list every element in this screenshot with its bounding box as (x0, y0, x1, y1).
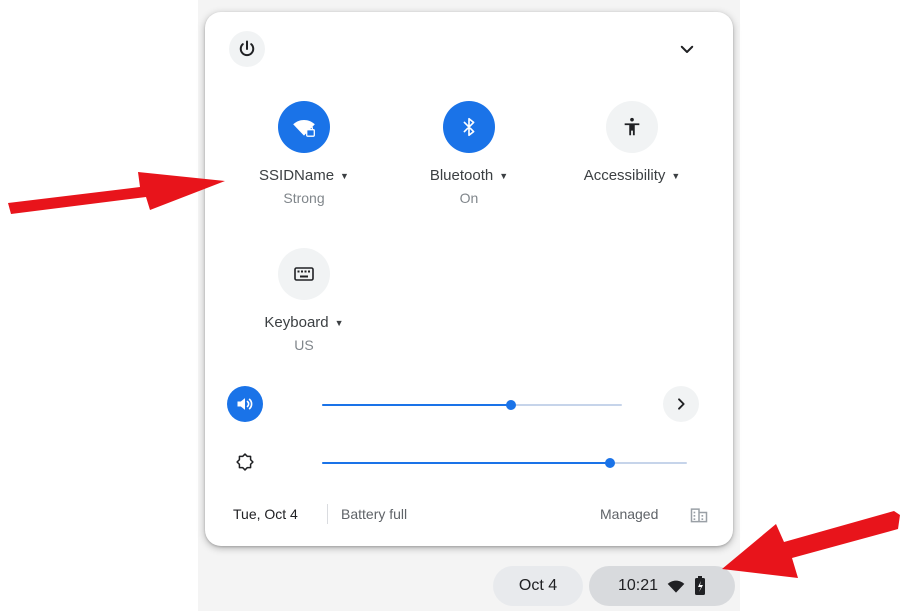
network-status: Strong (283, 190, 325, 206)
footer-divider (327, 504, 328, 524)
keyboard-toggle[interactable] (278, 248, 330, 300)
accessibility-toggle[interactable] (606, 101, 658, 153)
annotation-arrow-right (722, 511, 900, 578)
volume-slider-fill (322, 404, 511, 406)
shelf-time: 10:21 (617, 577, 659, 594)
wifi-lock-icon (293, 119, 315, 137)
bluetooth-toggle[interactable] (443, 101, 495, 153)
power-icon (239, 40, 255, 56)
network-tile[interactable]: SSIDName ▼ Strong (229, 101, 379, 206)
accessibility-tile[interactable]: Accessibility ▼ (557, 101, 707, 184)
network-label: SSIDName (259, 167, 335, 184)
brightness-slider-thumb[interactable] (605, 458, 616, 468)
wifi-icon (667, 580, 685, 593)
bluetooth-label: Bluetooth (429, 167, 494, 184)
keyboard-label-row[interactable]: Keyboard ▼ (229, 314, 379, 331)
chevron-right-icon (678, 398, 685, 410)
bluetooth-label-row[interactable]: Bluetooth ▼ (394, 167, 544, 184)
brightness-button (227, 444, 263, 480)
audio-settings-button[interactable] (663, 386, 699, 422)
brightness-slider-fill (322, 462, 611, 464)
volume-slider[interactable] (322, 400, 622, 410)
managed-label[interactable]: Managed (600, 506, 658, 522)
caret-down-icon: ▼ (340, 170, 349, 181)
shelf-date: Oct 4 (518, 577, 558, 594)
caret-down-icon: ▼ (334, 317, 344, 328)
network-label-row[interactable]: SSIDName ▼ (229, 167, 379, 184)
caret-down-icon: ▼ (671, 170, 681, 181)
panel-footer: Tue, Oct 4 Battery full Managed (205, 500, 733, 530)
brightness-icon (236, 453, 254, 471)
keyboard-label: Keyboard (264, 314, 329, 331)
chevron-down-icon (680, 45, 694, 53)
mute-button[interactable] (227, 386, 263, 422)
volume-icon (237, 398, 253, 410)
keyboard-tile[interactable]: Keyboard ▼ US (229, 248, 379, 353)
battery-status: Battery full (341, 506, 408, 522)
brightness-slider[interactable] (322, 458, 687, 468)
accessibility-label: Accessibility (583, 167, 666, 184)
power-button[interactable] (229, 31, 265, 67)
keyboard-layout: US (294, 337, 314, 353)
date-button[interactable]: Tue, Oct 4 (233, 506, 298, 522)
quick-settings-panel: SSIDName ▼ Strong Bluetooth ▼ On Accessi… (205, 12, 733, 546)
keyboard-icon (294, 267, 314, 281)
caret-down-icon: ▼ (499, 170, 509, 181)
bluetooth-icon (463, 117, 475, 137)
volume-slider-thumb[interactable] (506, 400, 516, 410)
network-toggle[interactable] (278, 101, 330, 153)
accessibility-icon (624, 117, 640, 136)
collapse-button[interactable] (669, 31, 705, 67)
shelf-date-pill[interactable]: Oct 4 (493, 566, 583, 606)
building-icon[interactable] (689, 505, 709, 525)
bluetooth-status: On (459, 190, 479, 206)
bluetooth-tile[interactable]: Bluetooth ▼ On (394, 101, 544, 206)
annotation-arrow-left (8, 172, 225, 214)
battery-icon (695, 576, 706, 595)
accessibility-label-row[interactable]: Accessibility ▼ (557, 167, 707, 184)
